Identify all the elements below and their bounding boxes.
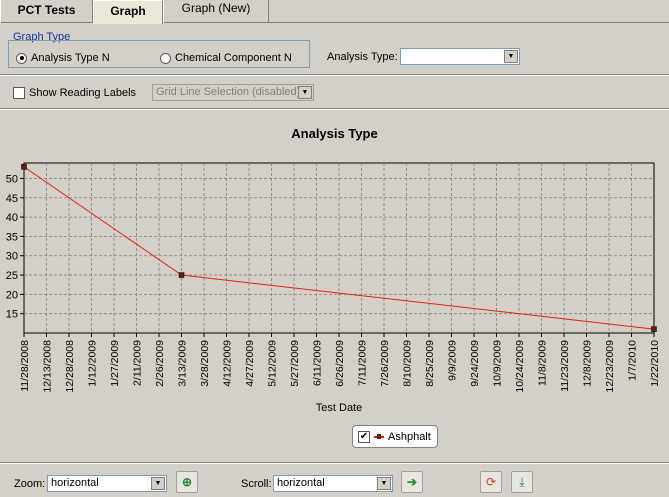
y-tick-label: 15 (6, 309, 18, 321)
x-tick-label: 5/27/2009 (289, 340, 301, 387)
show-reading-labels-label: Show Reading Labels (29, 87, 137, 99)
y-tick-label: 45 (6, 193, 18, 205)
x-tick-label: 7/26/2009 (379, 340, 391, 387)
y-tick-label: 25 (6, 270, 18, 282)
export-button[interactable]: ⤓ (511, 471, 533, 493)
show-reading-labels-checkbox[interactable] (13, 87, 25, 99)
zoom-plus-icon: ⊕ (181, 475, 193, 489)
scroll-value: horizontal (277, 477, 325, 489)
tab-pct-tests[interactable]: PCT Tests (0, 0, 93, 23)
x-tick-label: 8/25/2009 (424, 340, 436, 387)
scroll-go-button[interactable]: ➔ (401, 471, 423, 493)
data-point (21, 164, 27, 170)
export-icon: ⤓ (519, 474, 525, 489)
tab-graph-new[interactable]: Graph (New) (163, 0, 269, 23)
legend-label: Ashphalt (388, 430, 431, 443)
x-tick-label: 6/11/2009 (312, 340, 324, 386)
x-tick-label: 2/26/2009 (154, 340, 166, 387)
radio-chemical-component-label: Chemical Component N (175, 52, 292, 64)
x-tick-label: 1/22/2010 (649, 340, 661, 387)
x-tick-label: 11/8/2009 (537, 340, 549, 386)
y-tick-label: 40 (6, 212, 18, 224)
divider (0, 108, 669, 110)
refresh-button[interactable]: ⟳ (480, 471, 502, 493)
x-tick-label: 3/28/2009 (199, 340, 211, 387)
chart: 11/28/2008 12/13/2008 12/28/2008 1/12/2009 1… (6, 162, 661, 414)
chevron-down-icon[interactable]: ▼ (377, 477, 391, 490)
radio-analysis-type[interactable]: Analysis Type N (16, 52, 110, 64)
x-tick-label: 1/7/2010 (627, 340, 639, 381)
radio-dot-selected[interactable] (16, 52, 27, 64)
legend-checkbox[interactable]: ✔ (358, 430, 370, 443)
tab-bar: PCT Tests Graph Graph (New) (0, 0, 669, 24)
grid-line-selection-select: Grid Line Selection (disabled) ▼ (152, 84, 314, 101)
analysis-type-label: Analysis Type: (327, 51, 398, 63)
x-tick-label: 7/11/2009 (357, 340, 369, 386)
y-tick-label: 35 (6, 231, 18, 243)
legend-swatch (374, 433, 384, 439)
chevron-down-icon[interactable]: ▼ (151, 477, 165, 490)
radio-dot[interactable] (160, 52, 171, 64)
zoom-select[interactable]: horizontal ▼ (47, 475, 167, 492)
x-tick-label: 8/10/2009 (402, 340, 414, 387)
zoom-value: horizontal (51, 477, 99, 489)
bottom-toolbar: Zoom: horizontal ▼ ⊕ Scroll: horizontal … (0, 463, 669, 497)
x-tick-label: 6/26/2009 (334, 340, 346, 387)
x-tick-label: 5/12/2009 (267, 340, 279, 387)
x-tick-label: 12/23/2009 (604, 340, 616, 393)
x-tick-label: 10/24/2009 (514, 340, 526, 393)
divider (0, 74, 669, 76)
x-tick-label: 12/28/2008 (64, 340, 76, 393)
data-point (651, 326, 657, 332)
tab-graph[interactable]: Graph (93, 0, 163, 24)
x-tick-label: 10/9/2009 (492, 340, 504, 387)
data-point (178, 272, 185, 278)
scroll-select[interactable]: horizontal ▼ (273, 475, 393, 492)
radio-chemical-component[interactable]: Chemical Component N (160, 52, 292, 64)
refresh-icon: ⟳ (485, 475, 497, 489)
x-tick-label: 12/8/2009 (582, 340, 594, 387)
legend: ✔ Ashphalt (352, 425, 438, 448)
zoom-label: Zoom: (14, 478, 46, 490)
chevron-down-icon: ▼ (298, 86, 312, 99)
x-tick-label: 11/28/2008 (19, 340, 31, 392)
x-tick-label: 11/23/2009 (559, 340, 571, 392)
y-tick-label: 50 (6, 173, 18, 185)
arrow-right-icon: ➔ (406, 475, 418, 489)
x-tick-label: 4/27/2009 (244, 340, 256, 387)
y-tick-label: 20 (6, 289, 18, 301)
x-tick-label: 1/27/2009 (109, 340, 121, 387)
x-axis-label: Test Date (316, 402, 362, 414)
x-tick-label: 4/12/2009 (222, 340, 234, 387)
zoom-in-button[interactable]: ⊕ (176, 471, 198, 493)
x-tick-label: 3/13/2009 (177, 340, 189, 387)
grid-line-selection-value: Grid Line Selection (disabled) (156, 86, 301, 98)
chevron-down-icon[interactable]: ▼ (504, 50, 518, 63)
x-tick-label: 1/12/2009 (87, 340, 99, 387)
x-tick-label: 9/24/2009 (469, 340, 481, 387)
x-tick-label: 12/13/2008 (42, 340, 54, 393)
radio-analysis-type-label: Analysis Type N (31, 52, 110, 64)
scroll-label: Scroll: (241, 478, 272, 490)
x-tick-label: 2/11/2009 (132, 340, 144, 386)
chart-title: Analysis Type (291, 126, 378, 141)
x-tick-label: 9/9/2009 (447, 340, 459, 381)
y-tick-label: 30 (6, 251, 18, 263)
analysis-type-select[interactable]: ▼ (400, 48, 520, 65)
